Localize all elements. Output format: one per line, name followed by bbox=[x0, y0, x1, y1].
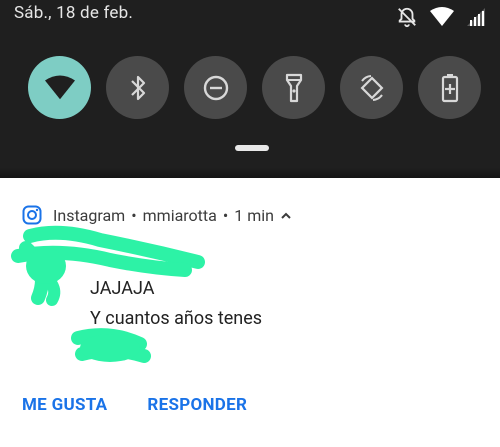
reply-button[interactable]: RESPONDER bbox=[147, 395, 247, 415]
tile-do-not-disturb[interactable] bbox=[184, 56, 247, 119]
like-button[interactable]: ME GUSTA bbox=[22, 395, 107, 415]
quick-tiles bbox=[28, 56, 481, 119]
status-icons bbox=[396, 6, 486, 28]
wifi-icon bbox=[430, 7, 454, 27]
tile-wifi[interactable] bbox=[28, 56, 91, 119]
bluetooth-icon bbox=[127, 73, 149, 103]
wifi-icon bbox=[44, 75, 75, 101]
shade-bottom-edge bbox=[0, 168, 500, 178]
dnd-off-icon bbox=[396, 6, 418, 28]
tile-bluetooth[interactable] bbox=[106, 56, 169, 119]
tile-flashlight[interactable] bbox=[262, 56, 325, 119]
tile-battery-saver[interactable] bbox=[418, 56, 481, 119]
instagram-notification[interactable]: Instagram • mmiarotta • 1 min JAJAJA Y c… bbox=[0, 178, 500, 447]
notification-title: JAJAJA bbox=[90, 278, 155, 299]
signal-icon bbox=[466, 7, 486, 27]
notification-text: Y cuantos años tenes bbox=[90, 308, 263, 329]
notification-actions: ME GUSTA RESPONDER bbox=[22, 395, 247, 415]
tile-auto-rotate[interactable] bbox=[340, 56, 403, 119]
status-date: Sáb., 18 de feb. bbox=[14, 3, 134, 23]
rotate-icon bbox=[356, 72, 388, 104]
shade-drag-handle[interactable] bbox=[235, 145, 269, 151]
flashlight-icon bbox=[283, 72, 305, 104]
battery-plus-icon bbox=[440, 72, 460, 104]
quick-settings-shade: Sáb., 18 de feb. bbox=[0, 0, 500, 178]
minus-circle-icon bbox=[202, 74, 230, 102]
